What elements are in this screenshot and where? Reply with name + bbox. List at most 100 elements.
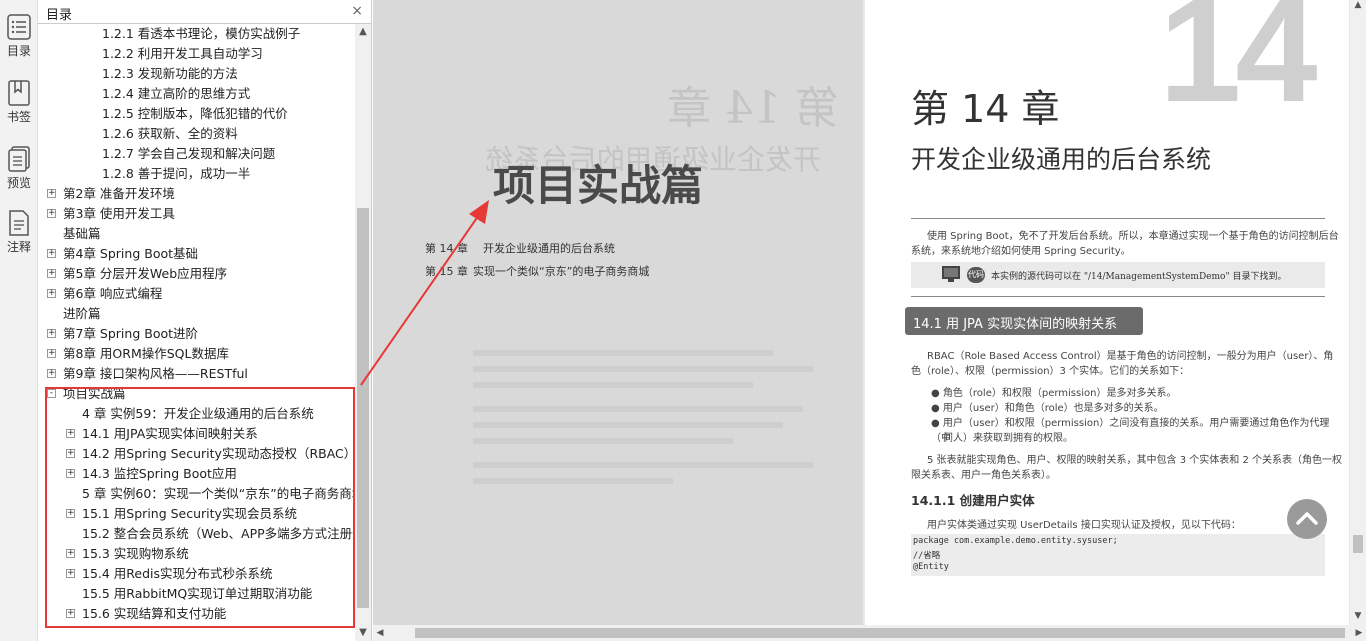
document-vertical-scrollbar[interactable]: ▲ ▼ bbox=[1350, 0, 1366, 625]
document-vscroll-thumb[interactable] bbox=[1353, 535, 1363, 553]
expand-icon[interactable]: + bbox=[66, 549, 75, 558]
toc-item-label: 15.5 用RabbitMQ实现订单过期取消功能 bbox=[82, 586, 313, 601]
close-icon[interactable]: × bbox=[351, 3, 363, 19]
toc-item[interactable]: 1.2.3 发现新功能的方法 bbox=[38, 64, 356, 84]
scroll-up-arrow-icon[interactable]: ▲ bbox=[355, 24, 371, 40]
toc-item[interactable]: +15.6 实现结算和支付功能 bbox=[38, 604, 356, 624]
toc-item-label: 1.2.8 善于提问，成功一半 bbox=[102, 166, 251, 181]
code-line-2: //省略 bbox=[913, 551, 941, 561]
toc-item[interactable]: + 第7章 Spring Boot进阶 bbox=[38, 324, 356, 344]
toc-item[interactable]: 15.2 整合会员系统（Web、APP多端多方式注册登录） bbox=[38, 524, 356, 544]
chapter-label: 第 14 章 bbox=[911, 87, 1060, 131]
toc-item-label: 1.2.4 建立高阶的思维方式 bbox=[102, 86, 251, 101]
expand-icon[interactable]: + bbox=[47, 269, 56, 278]
rail-toc-button[interactable]: 目录 bbox=[0, 14, 38, 74]
ghost-chapter-text: 第 14 章 bbox=[667, 83, 839, 134]
toc-item[interactable]: 1.2.2 利用开发工具自动学习 bbox=[38, 44, 356, 64]
toc-item-label: 1.2.5 控制版本，降低犯错的代价 bbox=[102, 106, 288, 121]
bullet-2: ● 用户（user）和角色（role）也是多对多的关系。 bbox=[931, 403, 1164, 414]
toc-item[interactable]: +15.1 用Spring Security实现会员系统 bbox=[38, 504, 356, 524]
toc-item[interactable]: + 第8章 用ORM操作SQL数据库 bbox=[38, 344, 356, 364]
toc-item-label: 第8章 用ORM操作SQL数据库 bbox=[63, 346, 229, 361]
monitor-icon bbox=[942, 266, 960, 282]
page-right[interactable]: 14 第 14 章 开发企业级通用的后台系统 使用 Spring Boot，免不… bbox=[865, 0, 1349, 625]
scroll-left-arrow-icon[interactable]: ◀ bbox=[373, 625, 387, 641]
collapse-icon[interactable]: - bbox=[47, 389, 56, 398]
toc-item[interactable]: - 项目实战篇 bbox=[38, 384, 356, 404]
expand-icon[interactable]: + bbox=[66, 609, 75, 618]
toc-item[interactable]: 基础篇 bbox=[38, 224, 356, 244]
rule-top bbox=[911, 218, 1325, 219]
bullet-1: ● 角色（role）和权限（permission）是多对多关系。 bbox=[931, 388, 1177, 399]
toc-item[interactable]: +14.2 用Spring Security实现动态授权（RBAC）功能 bbox=[38, 444, 356, 464]
toc-panel: 目录 × 1.2.1 看透本书理论，模仿实战例子 1.2.2 利用开发工具自动学习… bbox=[38, 0, 372, 641]
expand-icon[interactable]: + bbox=[66, 449, 75, 458]
toc-item[interactable]: + 第9章 接口架构风格——RESTful bbox=[38, 364, 356, 384]
toc-title: 目录 bbox=[46, 8, 73, 23]
expand-icon[interactable]: + bbox=[66, 469, 75, 478]
toc-item[interactable]: +15.4 用Redis实现分布式秒杀系统 bbox=[38, 564, 356, 584]
intro-line-1: 使用 Spring Boot，免不了开发后台系统。所以，本章通过实现一个基于角色… bbox=[927, 231, 1339, 242]
chevron-up-icon bbox=[1296, 512, 1318, 525]
toc-item-label: 第5章 分层开发Web应用程序 bbox=[63, 266, 228, 281]
toc-item[interactable]: 1.2.4 建立高阶的思维方式 bbox=[38, 84, 356, 104]
toc-item[interactable]: + 第4章 Spring Boot基础 bbox=[38, 244, 356, 264]
para1-line-a: RBAC（Role Based Access Control）是基于角色的访问控… bbox=[927, 351, 1334, 362]
toc-item-label: 1.2.7 学会自己发现和解决问题 bbox=[102, 146, 276, 161]
scroll-down-arrow-icon[interactable]: ▼ bbox=[355, 625, 371, 641]
toc-item[interactable]: 4 章 实例59：开发企业级通用的后台系统 bbox=[38, 404, 356, 424]
expand-icon[interactable]: + bbox=[47, 209, 56, 218]
toc-item[interactable]: 1.2.6 获取新、全的资料 bbox=[38, 124, 356, 144]
toc-item[interactable]: +15.3 实现购物系统 bbox=[38, 544, 356, 564]
toc-item[interactable]: + 第6章 响应式编程 bbox=[38, 284, 356, 304]
code-badge: 代码 bbox=[967, 267, 985, 283]
back-to-top-button[interactable] bbox=[1287, 499, 1327, 539]
toc-item[interactable]: 1.2.7 学会自己发现和解决问题 bbox=[38, 144, 356, 164]
part-title: 项目实战篇 bbox=[493, 161, 704, 210]
scroll-right-arrow-icon[interactable]: ▶ bbox=[1352, 625, 1366, 641]
list-icon bbox=[7, 14, 31, 40]
bullet-3-cont: 间人）来获取到拥有的权限。 bbox=[943, 433, 1073, 444]
toc-item[interactable]: 1.2.5 控制版本，降低犯错的代价 bbox=[38, 104, 356, 124]
toc-item[interactable]: 进阶篇 bbox=[38, 304, 356, 324]
rail-bookmark-label: 书签 bbox=[6, 110, 31, 124]
bullet-1-text: 角色（role）和权限（permission）是多对多关系。 bbox=[942, 388, 1177, 399]
toc-item-label: 14.3 监控Spring Boot应用 bbox=[82, 466, 237, 481]
expand-icon[interactable]: + bbox=[66, 509, 75, 518]
toc-item[interactable]: +14.1 用JPA实现实体间映射关系 bbox=[38, 424, 356, 444]
expand-icon[interactable]: + bbox=[66, 429, 75, 438]
para2-line-a: 5 张表就能实现角色、用户、权限的映射关系，其中包含 3 个实体表和 2 个关系… bbox=[927, 455, 1342, 466]
note-icon bbox=[9, 210, 29, 236]
toc-item[interactable]: 1.2.1 看透本书理论，模仿实战例子 bbox=[38, 24, 356, 44]
scroll-down-arrow-icon[interactable]: ▼ bbox=[1350, 611, 1366, 625]
expand-icon[interactable]: + bbox=[66, 569, 75, 578]
code-line-1: package com.example.demo.entity.sysuser; bbox=[913, 536, 1118, 546]
toc-item[interactable]: 5 章 实例60：实现一个类似“京东”的电子商务商城 bbox=[38, 484, 356, 504]
toc-item[interactable]: 15.5 用RabbitMQ实现订单过期取消功能 bbox=[38, 584, 356, 604]
toc-item[interactable]: 1.2.8 善于提问，成功一半 bbox=[38, 164, 356, 184]
scroll-up-arrow-icon[interactable]: ▲ bbox=[1350, 0, 1366, 14]
expand-icon[interactable]: + bbox=[47, 329, 56, 338]
rail-bookmark-button[interactable]: 书签 bbox=[0, 80, 38, 140]
expand-icon[interactable]: + bbox=[47, 249, 56, 258]
bullet-2-text: 用户（user）和角色（role）也是多对多的关系。 bbox=[942, 403, 1164, 414]
toc-item-label: 第3章 使用开发工具 bbox=[63, 206, 175, 221]
toc-item[interactable]: + 第2章 准备开发环境 bbox=[38, 184, 356, 204]
toc-item-label: 第4章 Spring Boot基础 bbox=[63, 246, 199, 261]
toc-item[interactable]: + 第3章 使用开发工具 bbox=[38, 204, 356, 224]
document-horizontal-scrollbar[interactable]: ◀ ▶ bbox=[373, 625, 1366, 641]
expand-icon[interactable]: + bbox=[47, 349, 56, 358]
toc-item-label: 15.4 用Redis实现分布式秒杀系统 bbox=[82, 566, 273, 581]
document-hscroll-thumb[interactable] bbox=[415, 628, 1345, 638]
toc-item[interactable]: + 第5章 分层开发Web应用程序 bbox=[38, 264, 356, 284]
section-banner: 14.1 用 JPA 实现实体间的映射关系 bbox=[905, 307, 1143, 335]
toc-item-label: 第6章 响应式编程 bbox=[63, 286, 163, 301]
toc-item-label: 进阶篇 bbox=[63, 306, 101, 321]
rail-notes-button[interactable]: 注释 bbox=[0, 210, 38, 270]
expand-icon[interactable]: + bbox=[47, 369, 56, 378]
toc-item[interactable]: +14.3 监控Spring Boot应用 bbox=[38, 464, 356, 484]
expand-icon[interactable]: + bbox=[47, 189, 56, 198]
rail-preview-button[interactable]: 预览 bbox=[0, 146, 38, 206]
rule-bottom bbox=[911, 296, 1325, 297]
expand-icon[interactable]: + bbox=[47, 289, 56, 298]
